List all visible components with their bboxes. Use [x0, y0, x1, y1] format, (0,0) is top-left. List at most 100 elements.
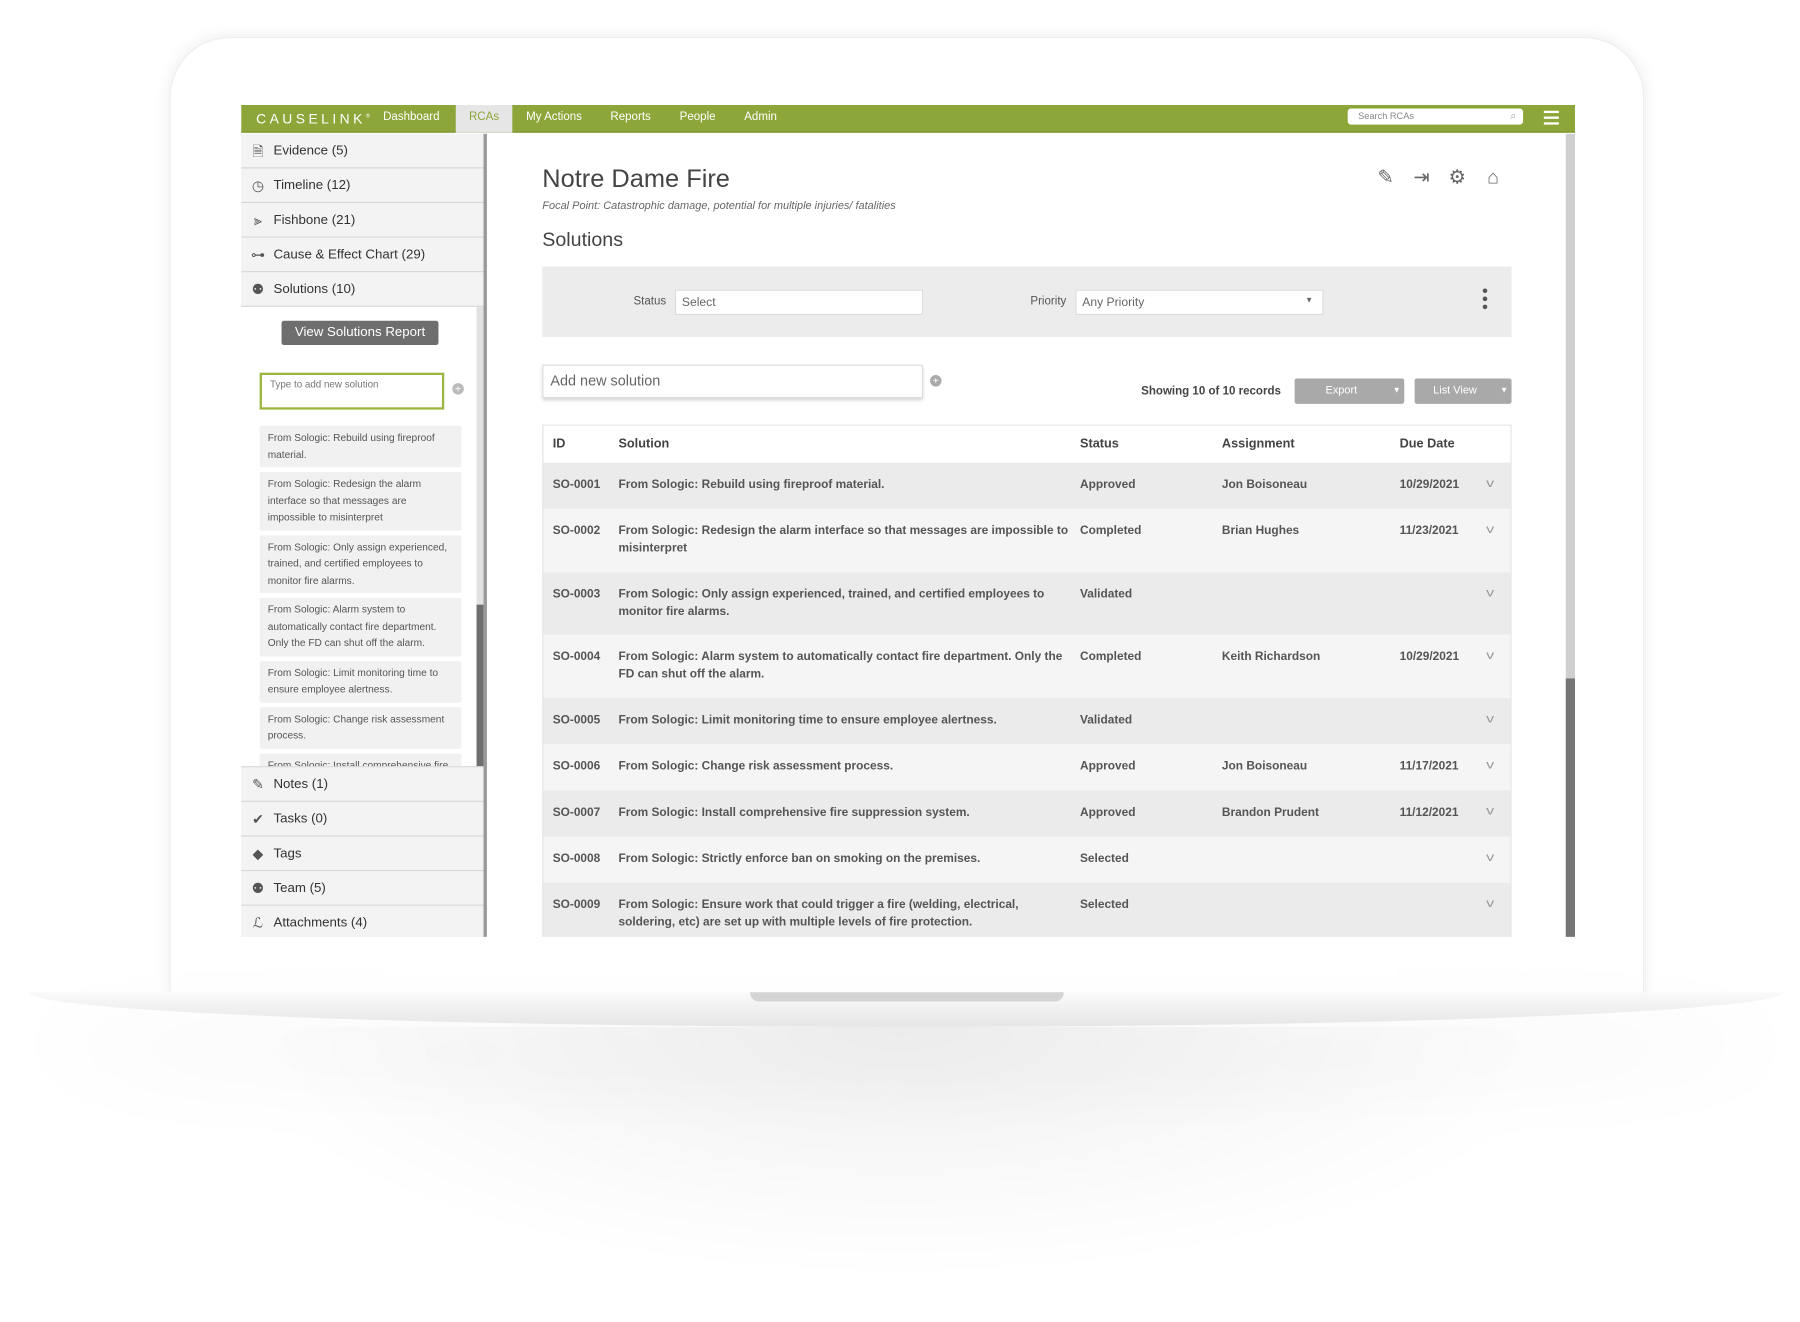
priority-select[interactable]: Any Priority ▼	[1075, 289, 1324, 316]
row-due-date: 11/12/2021	[1399, 806, 1459, 820]
sidebar-item-label: Team (5)	[273, 880, 326, 895]
expand-chevron-icon[interactable]: v	[1486, 895, 1494, 912]
table-row[interactable]: SO-0006 From Sologic: Change risk assessm…	[543, 744, 1511, 791]
export-label: Export	[1325, 384, 1358, 397]
row-solution: From Sologic: Rebuild using fireproof ma…	[618, 478, 885, 492]
row-assignment: Jon Boisoneau	[1221, 760, 1308, 774]
nav-reports[interactable]: Reports	[599, 105, 662, 133]
add-solution-plus-icon[interactable]: +	[452, 383, 464, 395]
row-id: SO-0005	[552, 714, 601, 727]
app-screen: CAUSELINK® Dashboard RCAs My Actions Rep…	[241, 105, 1576, 937]
solutions-table: ID Solution Status Assignment Due Date S…	[542, 424, 1512, 937]
row-id: SO-0009	[552, 898, 601, 912]
main-scrollbar[interactable]	[1565, 133, 1576, 937]
panel-scrollbar-thumb[interactable]	[476, 604, 484, 767]
expand-chevron-icon[interactable]: v	[1486, 475, 1494, 492]
sidebar-item-timeline[interactable]: ◷ Timeline (12)	[241, 168, 484, 204]
nav-admin[interactable]: Admin	[733, 105, 789, 133]
row-id: SO-0003	[552, 588, 601, 602]
table-row[interactable]: SO-0009 From Sologic: Ensure work that co…	[543, 882, 1511, 937]
sidebar-item-solutions[interactable]: ⚉ Solutions (10)	[241, 272, 484, 307]
add-solution-plus-icon[interactable]: +	[930, 375, 942, 387]
panel-scrollbar[interactable]	[476, 306, 484, 767]
sidebar-item-tasks[interactable]: ✔ Tasks (0)	[241, 801, 484, 837]
export-exit-icon[interactable]: ⇥	[1411, 167, 1432, 188]
table-row[interactable]: SO-0001 From Sologic: Rebuild using firep…	[543, 462, 1511, 509]
col-due-date[interactable]: Due Date	[1400, 437, 1455, 451]
main-scrollbar-thumb[interactable]	[1565, 678, 1576, 937]
focal-text: Catastrophic damage, potential for multi…	[603, 199, 896, 213]
search-input[interactable]: Search RCAs ⌕	[1347, 108, 1524, 125]
nav-dashboard[interactable]: Dashboard	[372, 105, 452, 133]
priority-value: Any Priority	[1082, 295, 1145, 310]
view-solutions-report-button[interactable]: View Solutions Report	[281, 320, 439, 346]
row-solution: From Sologic: Ensure work that could tri…	[618, 898, 1019, 929]
table-row[interactable]: SO-0002 From Sologic: Redesign the alarm …	[543, 508, 1511, 573]
sidebar-item-label: Tags	[273, 846, 302, 861]
col-assignment[interactable]: Assignment	[1222, 437, 1295, 451]
solution-card[interactable]: From Sologic: Change risk assessment pro…	[259, 706, 462, 749]
row-status: Completed	[1080, 525, 1142, 538]
solution-card[interactable]: From Sologic: Only assign experienced, t…	[259, 534, 462, 594]
tag-icon: ◆	[252, 845, 264, 862]
hamburger-menu-icon[interactable]	[1543, 110, 1559, 128]
row-status: Selected	[1080, 898, 1129, 912]
more-options-icon[interactable]	[1482, 288, 1488, 312]
expand-chevron-icon[interactable]: v	[1486, 803, 1494, 820]
filter-bar: Status Select Priority Any Priority ▼	[542, 266, 1512, 337]
new-solution-textarea[interactable]: Type to add new solution	[259, 372, 445, 410]
sidebar-item-fishbone[interactable]: ⫸ Fishbone (21)	[241, 203, 484, 238]
row-id: SO-0007	[552, 806, 601, 820]
sidebar-item-cause[interactable]: ⊶ Cause & Effect Chart (29)	[241, 237, 484, 273]
nav-my-actions[interactable]: My Actions	[515, 105, 594, 133]
edit-icon[interactable]: ✎	[1375, 167, 1396, 188]
expand-chevron-icon[interactable]: v	[1486, 647, 1494, 664]
table-row[interactable]: SO-0007 From Sologic: Install comprehensi…	[543, 790, 1511, 837]
expand-chevron-icon[interactable]: v	[1486, 849, 1494, 866]
row-solution: From Sologic: Limit monitoring time to e…	[618, 714, 997, 727]
row-assignment: Keith Richardson	[1221, 650, 1321, 664]
col-status[interactable]: Status	[1080, 437, 1119, 451]
table-row[interactable]: SO-0004 From Sologic: Alarm system to aut…	[543, 634, 1511, 699]
row-id: SO-0006	[552, 760, 601, 774]
expand-chevron-icon[interactable]: v	[1486, 585, 1494, 602]
list-view-button[interactable]: List View ▼	[1414, 378, 1512, 404]
row-solution: From Sologic: Alarm system to automatica…	[618, 650, 1063, 681]
sidebar-item-evidence[interactable]: 🗎 Evidence (5)	[241, 133, 484, 169]
gear-icon[interactable]: ⚙	[1447, 167, 1468, 188]
col-solution[interactable]: Solution	[618, 437, 669, 451]
export-button[interactable]: Export ▼	[1294, 378, 1405, 404]
sidebar-item-attachments[interactable]: ℒ Attachments (4)	[241, 905, 484, 937]
row-due-date: 11/23/2021	[1399, 525, 1459, 538]
solution-card[interactable]: From Sologic: Alarm system to automatica…	[259, 597, 462, 656]
nav-people[interactable]: People	[668, 105, 727, 133]
sidebar-item-team[interactable]: ⚉ Team (5)	[241, 871, 484, 906]
row-assignment: Jon Boisoneau	[1221, 478, 1308, 492]
sidebar-item-label: Cause & Effect Chart (29)	[273, 247, 426, 262]
expand-chevron-icon[interactable]: v	[1486, 711, 1494, 728]
sidebar-item-tags[interactable]: ◆ Tags	[241, 836, 484, 872]
solution-card[interactable]: From Sologic: Limit monitoring time to e…	[259, 660, 462, 703]
nav-rcas[interactable]: RCAs	[455, 105, 513, 133]
row-status: Approved	[1080, 760, 1136, 774]
table-row[interactable]: SO-0008 From Sologic: Strictly enforce ba…	[543, 836, 1511, 883]
col-id[interactable]: ID	[553, 437, 566, 451]
expand-chevron-icon[interactable]: v	[1486, 757, 1494, 774]
cause-effect-icon: ⊶	[250, 246, 265, 263]
status-filter-input[interactable]: Select	[675, 289, 924, 316]
row-solution: From Sologic: Strictly enforce ban on sm…	[618, 852, 981, 866]
solution-card[interactable]: From Sologic: Redesign the alarm interfa…	[259, 471, 462, 531]
lightbulb-icon: ⚉	[251, 280, 265, 298]
row-solution: From Sologic: Only assign experienced, t…	[618, 588, 1045, 619]
causelink-logo[interactable]: CAUSELINK®	[256, 111, 370, 127]
home-icon[interactable]: ⌂	[1483, 167, 1504, 188]
solution-card[interactable]: From Sologic: Rebuild using fireproof ma…	[259, 425, 462, 468]
table-row[interactable]: SO-0005 From Sologic: Limit monitoring ti…	[543, 698, 1511, 745]
search-icon[interactable]: ⌕	[1510, 110, 1516, 123]
solution-card[interactable]: From Sologic: Install comprehensive fire	[259, 752, 462, 767]
sidebar-item-notes[interactable]: ✎ Notes (1)	[241, 767, 484, 802]
table-row[interactable]: SO-0003 From Sologic: Only assign experie…	[543, 572, 1511, 635]
expand-chevron-icon[interactable]: v	[1486, 522, 1494, 539]
main-content: Notre Dame Fire Focal Point: Catastrophi…	[542, 134, 1557, 937]
add-solution-input[interactable]: Add new solution	[542, 364, 924, 399]
